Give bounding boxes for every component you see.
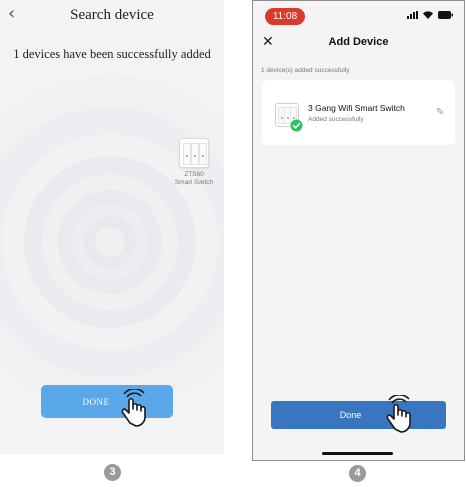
- step-number-3: 3: [104, 464, 121, 481]
- success-subtitle: 1 device(s) added successfully: [261, 67, 350, 74]
- device-type: Smart Switch: [174, 179, 214, 186]
- smart-switch-device-icon: [179, 138, 209, 168]
- check-badge-icon: [290, 119, 303, 132]
- device-name: 3 Gang Wifi Smart Switch: [308, 103, 405, 113]
- wifi-icon: [423, 11, 433, 19]
- page-title: Search device: [70, 7, 154, 23]
- edit-pencil-icon[interactable]: ✎: [436, 107, 444, 118]
- right-phone-screen: 11:08 ✕ Add Device 1 device(s) added suc…: [252, 0, 465, 461]
- status-icons: [407, 11, 453, 19]
- status-time: 11:08: [265, 8, 305, 25]
- home-indicator: [322, 452, 393, 455]
- left-phone-screen: ‹ Search device 1 devices have been succ…: [0, 0, 224, 454]
- tap-hand-icon: [121, 389, 146, 427]
- device-model: ZTS60: [184, 171, 204, 178]
- device-card[interactable]: 3 Gang Wifi Smart Switch Added successfu…: [262, 80, 455, 145]
- step-number-4: 4: [349, 465, 366, 482]
- signal-icon: [407, 11, 418, 19]
- done-button-label: DONE: [82, 396, 110, 407]
- device-label: ZTS60 Smart Switch: [165, 171, 223, 187]
- tap-hand-icon: [386, 395, 411, 433]
- success-message: 1 devices have been successfully added: [13, 47, 211, 61]
- battery-icon: [438, 11, 453, 19]
- device-status: Added successfully: [308, 116, 364, 123]
- done-button-label: Done: [339, 410, 362, 420]
- page-title: Add Device: [328, 36, 389, 48]
